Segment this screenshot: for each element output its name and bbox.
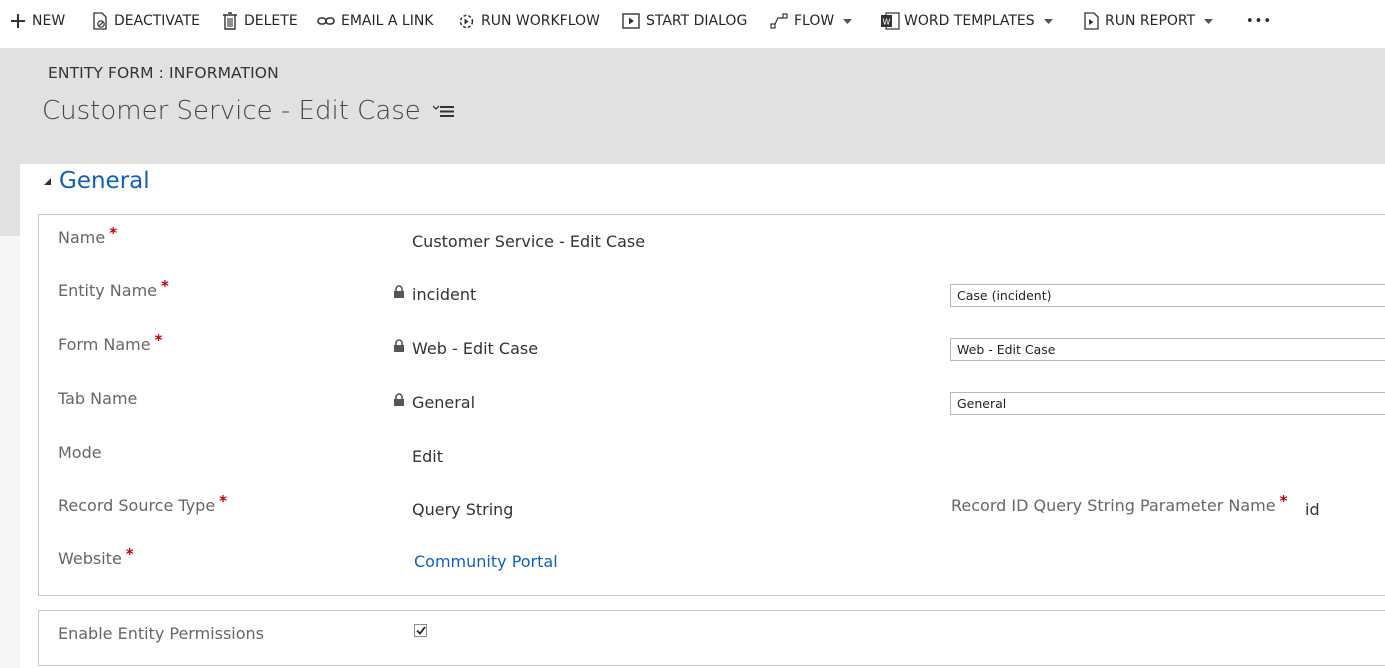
record-id-param-label: Record ID Query String Parameter Name * (951, 492, 1288, 515)
website-label: Website * (58, 545, 134, 568)
lock-icon (393, 339, 405, 353)
page-left-gutter (0, 236, 20, 668)
delete-button-label: DELETE (244, 13, 298, 29)
required-marker: * (1279, 492, 1288, 510)
tab-name-display-field[interactable]: General (950, 392, 1385, 415)
page-title-text: Customer Service - Edit Case (42, 96, 421, 126)
deactivate-button[interactable]: DEACTIVATE (92, 10, 200, 32)
run-workflow-button[interactable]: RUN WORKFLOW (458, 10, 600, 32)
more-icon: ••• (1246, 13, 1273, 29)
collapse-triangle-icon[interactable] (43, 177, 52, 186)
header-left-strip (0, 164, 20, 236)
entity-name-value: incident (412, 285, 477, 304)
deactivate-button-label: DEACTIVATE (114, 13, 200, 29)
mode-value[interactable]: Edit (412, 447, 443, 466)
run-report-button-label: RUN REPORT (1105, 13, 1196, 29)
enable-permissions-label: Enable Entity Permissions (58, 624, 265, 643)
word-icon: W (880, 12, 900, 30)
form-selector-icon[interactable] (432, 104, 455, 118)
name-label: Name * (58, 224, 118, 247)
required-marker: * (154, 331, 163, 349)
email-link-button[interactable]: EMAIL A LINK (317, 10, 434, 32)
run-report-button[interactable]: RUN REPORT (1084, 10, 1214, 32)
start-dialog-button[interactable]: START DIALOG (622, 10, 747, 32)
required-marker: * (109, 224, 118, 242)
workflow-icon (458, 13, 475, 30)
form-name-value: Web - Edit Case (412, 339, 539, 358)
delete-button[interactable]: DELETE (222, 10, 298, 32)
run-workflow-button-label: RUN WORKFLOW (481, 13, 600, 29)
chevron-down-icon (843, 18, 853, 24)
report-icon (1084, 12, 1099, 30)
mode-label: Mode (58, 443, 102, 462)
record-source-type-value[interactable]: Query String (412, 500, 513, 519)
checkmark-icon (415, 626, 426, 635)
link-icon (317, 15, 335, 27)
deactivate-icon (92, 12, 108, 30)
form-name-display-field[interactable]: Web - Edit Case (950, 338, 1385, 361)
entity-form-label: ENTITY FORM : INFORMATION (48, 64, 279, 82)
trash-icon (222, 12, 238, 30)
word-templates-button[interactable]: W WORD TEMPLATES (880, 10, 1053, 32)
required-marker: * (219, 492, 228, 510)
section-title: General (59, 168, 150, 194)
tab-name-label: Tab Name (58, 389, 138, 408)
tab-name-value: General (412, 393, 476, 412)
record-source-type-label: Record Source Type * (58, 492, 228, 515)
more-commands-button[interactable]: ••• (1246, 10, 1272, 32)
lock-icon (393, 393, 405, 407)
command-bar: NEW DEACTIVATE DELETE EMAIL A LINK RUN W… (0, 0, 1385, 44)
section-general-header[interactable]: General (43, 168, 150, 194)
start-dialog-button-label: START DIALOG (646, 13, 748, 29)
entity-name-label: Entity Name * (58, 277, 169, 300)
record-id-param-value[interactable]: id (1305, 500, 1320, 519)
website-link[interactable]: Community Portal (414, 552, 558, 571)
entity-name-display-field[interactable]: Case (incident) (950, 284, 1385, 307)
required-marker: * (125, 545, 134, 563)
dialog-play-icon (622, 13, 640, 29)
email-link-button-label: EMAIL A LINK (341, 13, 434, 29)
flow-button-label: FLOW (794, 13, 835, 29)
plus-icon (10, 13, 26, 29)
new-button[interactable]: NEW (10, 10, 65, 32)
flow-button[interactable]: FLOW (770, 10, 853, 32)
name-value[interactable]: Customer Service - Edit Case (412, 232, 645, 251)
flow-icon (770, 13, 788, 29)
enable-permissions-checkbox[interactable] (414, 624, 427, 637)
word-templates-button-label: WORD TEMPLATES (904, 13, 1035, 29)
new-button-label: NEW (32, 13, 66, 29)
required-marker: * (161, 277, 169, 295)
lock-icon (393, 285, 405, 299)
svg-text:W: W (883, 17, 891, 26)
page-title: Customer Service - Edit Case (42, 96, 455, 126)
chevron-down-icon (1204, 18, 1214, 24)
form-name-label: Form Name * (58, 331, 163, 354)
chevron-down-icon (1043, 18, 1053, 24)
